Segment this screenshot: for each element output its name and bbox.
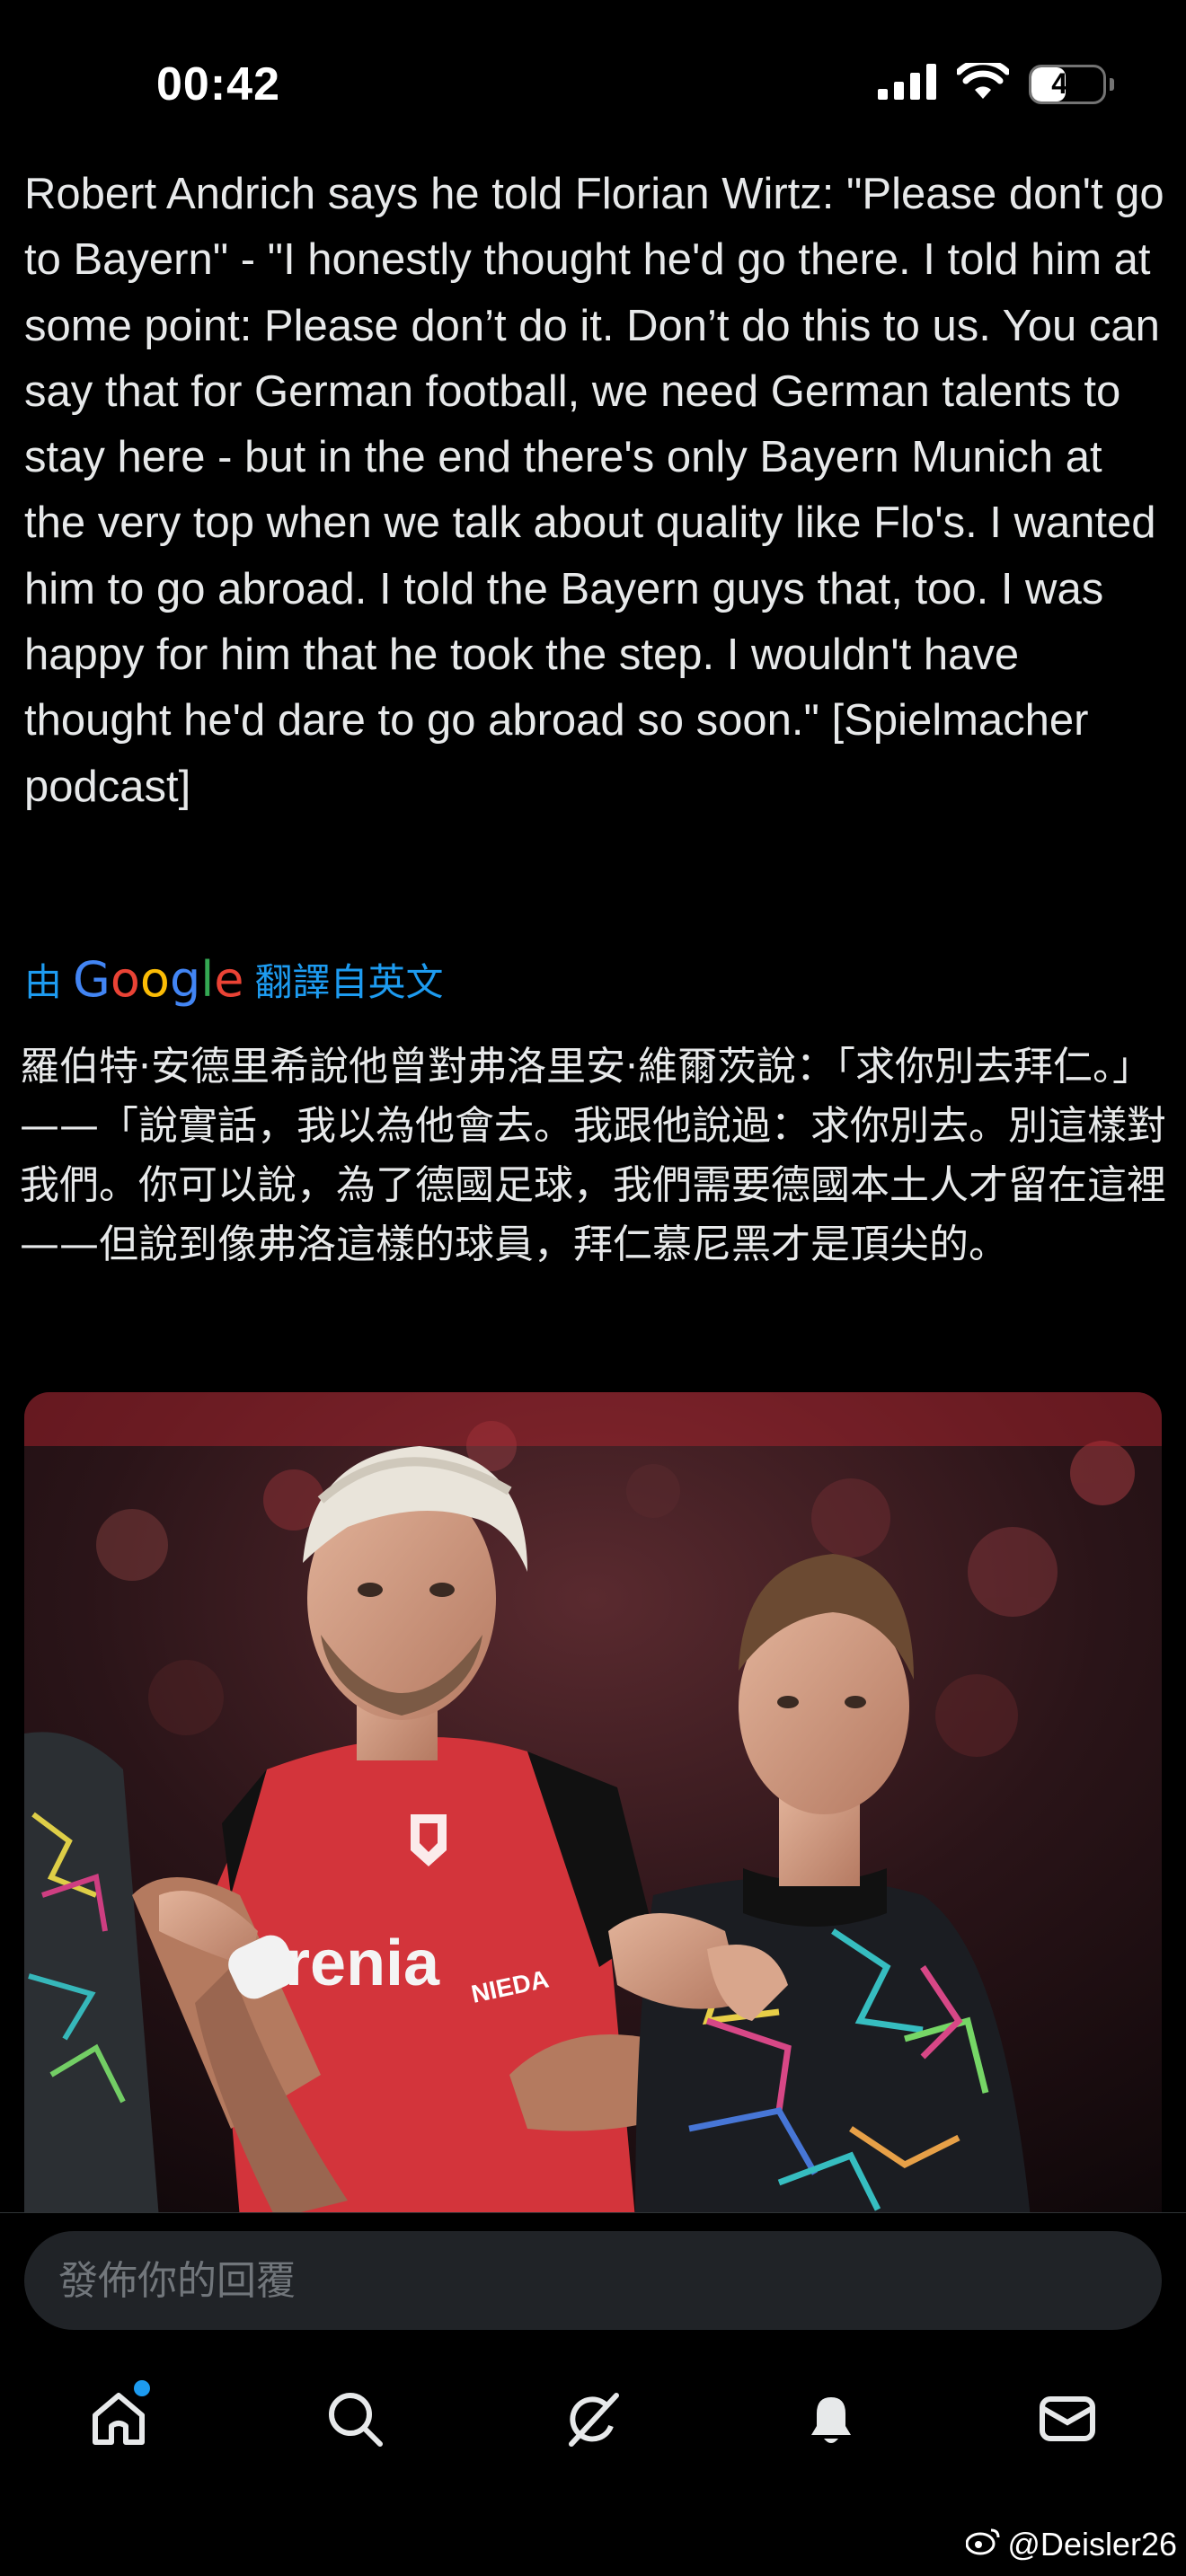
tweet-text: Robert Andrich says he told Florian Wirt… [24,170,1177,811]
notifications-icon [799,2386,863,2456]
translated-text: 羅伯特·安德里希說他曾對弗洛里安·維爾茨說：「求你別去拜仁。」——「說實話，我以… [20,1044,1166,1267]
nav-notifications[interactable] [791,2380,872,2461]
status-bar: 00:42 48 [0,0,1186,171]
nav-home[interactable] [78,2380,159,2461]
nav-messages[interactable] [1027,2380,1108,2461]
nav-grok[interactable] [553,2380,633,2461]
translation-suffix: 翻譯自英文 [254,960,444,1003]
grok-icon [561,2386,625,2456]
battery-cap [1110,77,1114,91]
cellular-signal-icon [878,64,937,104]
status-icons: 48 [878,58,1114,105]
weibo-watermark: @Deisler26 [965,2525,1177,2563]
status-time: 00:42 [156,58,280,110]
home-unread-dot [134,2380,150,2396]
battery-level-text: 48 [1051,67,1084,100]
players-photo: renia NIEDA [24,1392,1162,2219]
messages-icon [1035,2386,1100,2456]
wifi-icon [955,58,1011,105]
nav-search[interactable] [314,2380,395,2461]
home-icon [86,2386,151,2456]
google-logo: Google [73,950,244,1008]
jersey-sponsor-text: renia [285,1928,440,1999]
translation-attribution[interactable]: 由 Google 翻譯自英文 [24,948,444,1010]
battery-indicator: 48 [1029,64,1106,104]
weibo-icon [965,2525,1002,2563]
translation-prefix: 由 [24,960,63,1003]
watermark-text: @Deisler26 [1007,2525,1177,2563]
reply-input[interactable] [24,2231,1162,2330]
tweet-media-photo[interactable]: renia NIEDA [24,1392,1162,2219]
search-icon [323,2386,387,2456]
reply-bar [0,2212,1186,2330]
bottom-navigation [0,2335,1186,2497]
